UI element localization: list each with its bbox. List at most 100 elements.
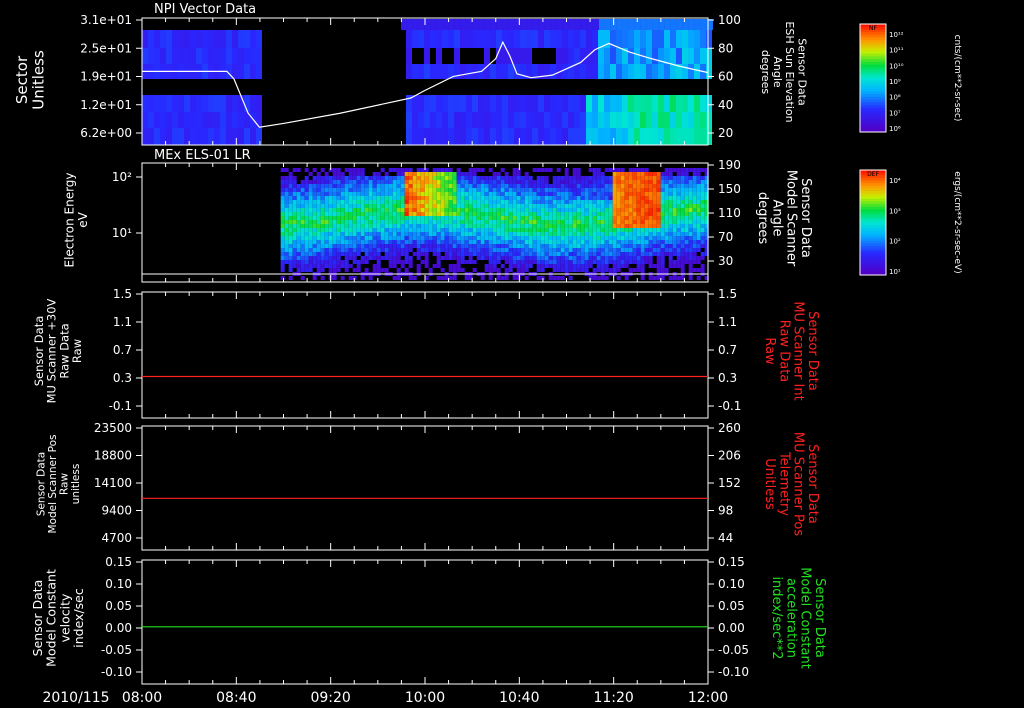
heatmap-cell	[484, 244, 489, 248]
heatmap-cell	[238, 48, 244, 64]
heatmap-cell	[512, 264, 517, 268]
heatmap-cell	[452, 232, 457, 236]
heatmap-cell	[564, 224, 569, 228]
heatmap-cell	[682, 19, 689, 30]
heatmap-cell	[672, 232, 677, 236]
heatmap-cell	[552, 276, 557, 280]
heatmap-cell	[600, 240, 605, 244]
heatmap-cell	[580, 256, 585, 260]
heatmap-cell	[692, 268, 697, 272]
heatmap-cell	[608, 256, 613, 260]
heatmap-cell	[380, 236, 385, 240]
heatmap-cell	[424, 228, 429, 232]
heatmap-cell	[668, 188, 673, 192]
heatmap-cell	[568, 236, 573, 240]
heatmap-cell	[508, 95, 514, 112]
heatmap-cell	[676, 212, 681, 216]
panel4-ylabel-line: Sensor Data	[35, 452, 47, 516]
heatmap-cell	[214, 48, 220, 64]
panel4-y2tick-label: 206	[718, 449, 741, 463]
heatmap-cell	[456, 208, 461, 212]
heatmap-cell	[668, 192, 673, 196]
heatmap-cell	[564, 184, 569, 188]
heatmap-cell	[388, 192, 393, 196]
heatmap-cell	[284, 260, 289, 264]
heatmap-cell	[628, 252, 633, 256]
heatmap-cell	[332, 196, 337, 200]
heatmap-cell	[540, 256, 545, 260]
x-ticks	[141, 426, 709, 550]
heatmap-cell	[688, 228, 693, 232]
heatmap-cell	[404, 256, 409, 260]
heatmap-cell	[444, 184, 449, 188]
heatmap-cell	[288, 172, 293, 176]
heatmap-cell	[620, 236, 625, 240]
heatmap-cell	[316, 192, 321, 196]
heatmap-cell	[336, 228, 341, 232]
heatmap-cell	[440, 212, 445, 216]
heatmap-cell	[580, 220, 585, 224]
heatmap-cell	[598, 19, 605, 30]
heatmap-cell	[468, 172, 473, 176]
heatmap-cell	[336, 264, 341, 268]
heatmap-cell	[612, 204, 617, 208]
heatmap-cell	[676, 264, 681, 268]
heatmap-cell	[520, 192, 525, 196]
heatmap-cell	[400, 192, 405, 196]
heatmap-cell	[288, 196, 293, 200]
heatmap-cell	[640, 19, 647, 30]
heatmap-cell	[360, 220, 365, 224]
heatmap-cell	[520, 244, 525, 248]
heatmap-cell	[552, 232, 557, 236]
heatmap-cell	[528, 212, 533, 216]
heatmap-cell	[652, 64, 658, 79]
heatmap-cell	[312, 220, 317, 224]
heatmap-cell	[560, 196, 565, 200]
panel3-ylabel: Sensor DataMU Scanner +30VRaw DataRaw	[32, 298, 84, 403]
heatmap-cell	[684, 176, 689, 180]
heatmap-cell	[472, 260, 477, 264]
heatmap-cell	[560, 244, 565, 248]
heatmap-cell	[520, 240, 525, 244]
x-tick-label: 11:20	[593, 690, 633, 706]
heatmap-cell	[372, 208, 377, 212]
heatmap-cell	[612, 232, 617, 236]
heatmap-cell	[476, 212, 481, 216]
heatmap-cell	[376, 228, 381, 232]
heatmap-cell	[364, 224, 369, 228]
heatmap-cell	[496, 220, 501, 224]
heatmap-cell	[454, 112, 460, 128]
heatmap-cell	[540, 220, 545, 224]
heatmap-cell	[664, 240, 669, 244]
heatmap-cell	[360, 244, 365, 248]
heatmap-cell	[628, 168, 633, 172]
heatmap-cell	[380, 196, 385, 200]
heatmap-cell	[332, 188, 337, 192]
heatmap-cell	[628, 112, 634, 128]
heatmap-cell	[430, 19, 437, 30]
heatmap-cell	[684, 240, 689, 244]
heatmap-cell	[536, 252, 541, 256]
heatmap-cell	[336, 236, 341, 240]
heatmap-cell	[452, 176, 457, 180]
heatmap-cell	[504, 276, 509, 280]
heatmap-cell	[424, 64, 430, 79]
heatmap-cell	[568, 208, 573, 212]
heatmap-cell	[652, 184, 657, 188]
heatmap-cell	[568, 128, 574, 145]
heatmap-cell	[640, 172, 645, 176]
heatmap-cell	[312, 204, 317, 208]
heatmap-cell	[368, 208, 373, 212]
heatmap-cell	[308, 184, 313, 188]
heatmap-cell	[488, 200, 493, 204]
heatmap-cell	[588, 168, 593, 172]
heatmap-cell	[416, 192, 421, 196]
heatmap-cell	[656, 224, 661, 228]
heatmap-cell	[600, 244, 605, 248]
heatmap-cell	[512, 200, 517, 204]
heatmap-cell	[632, 204, 637, 208]
heatmap-cell	[688, 236, 693, 240]
heatmap-cell	[580, 244, 585, 248]
heatmap-cell	[500, 192, 505, 196]
heatmap-cell	[652, 172, 657, 176]
